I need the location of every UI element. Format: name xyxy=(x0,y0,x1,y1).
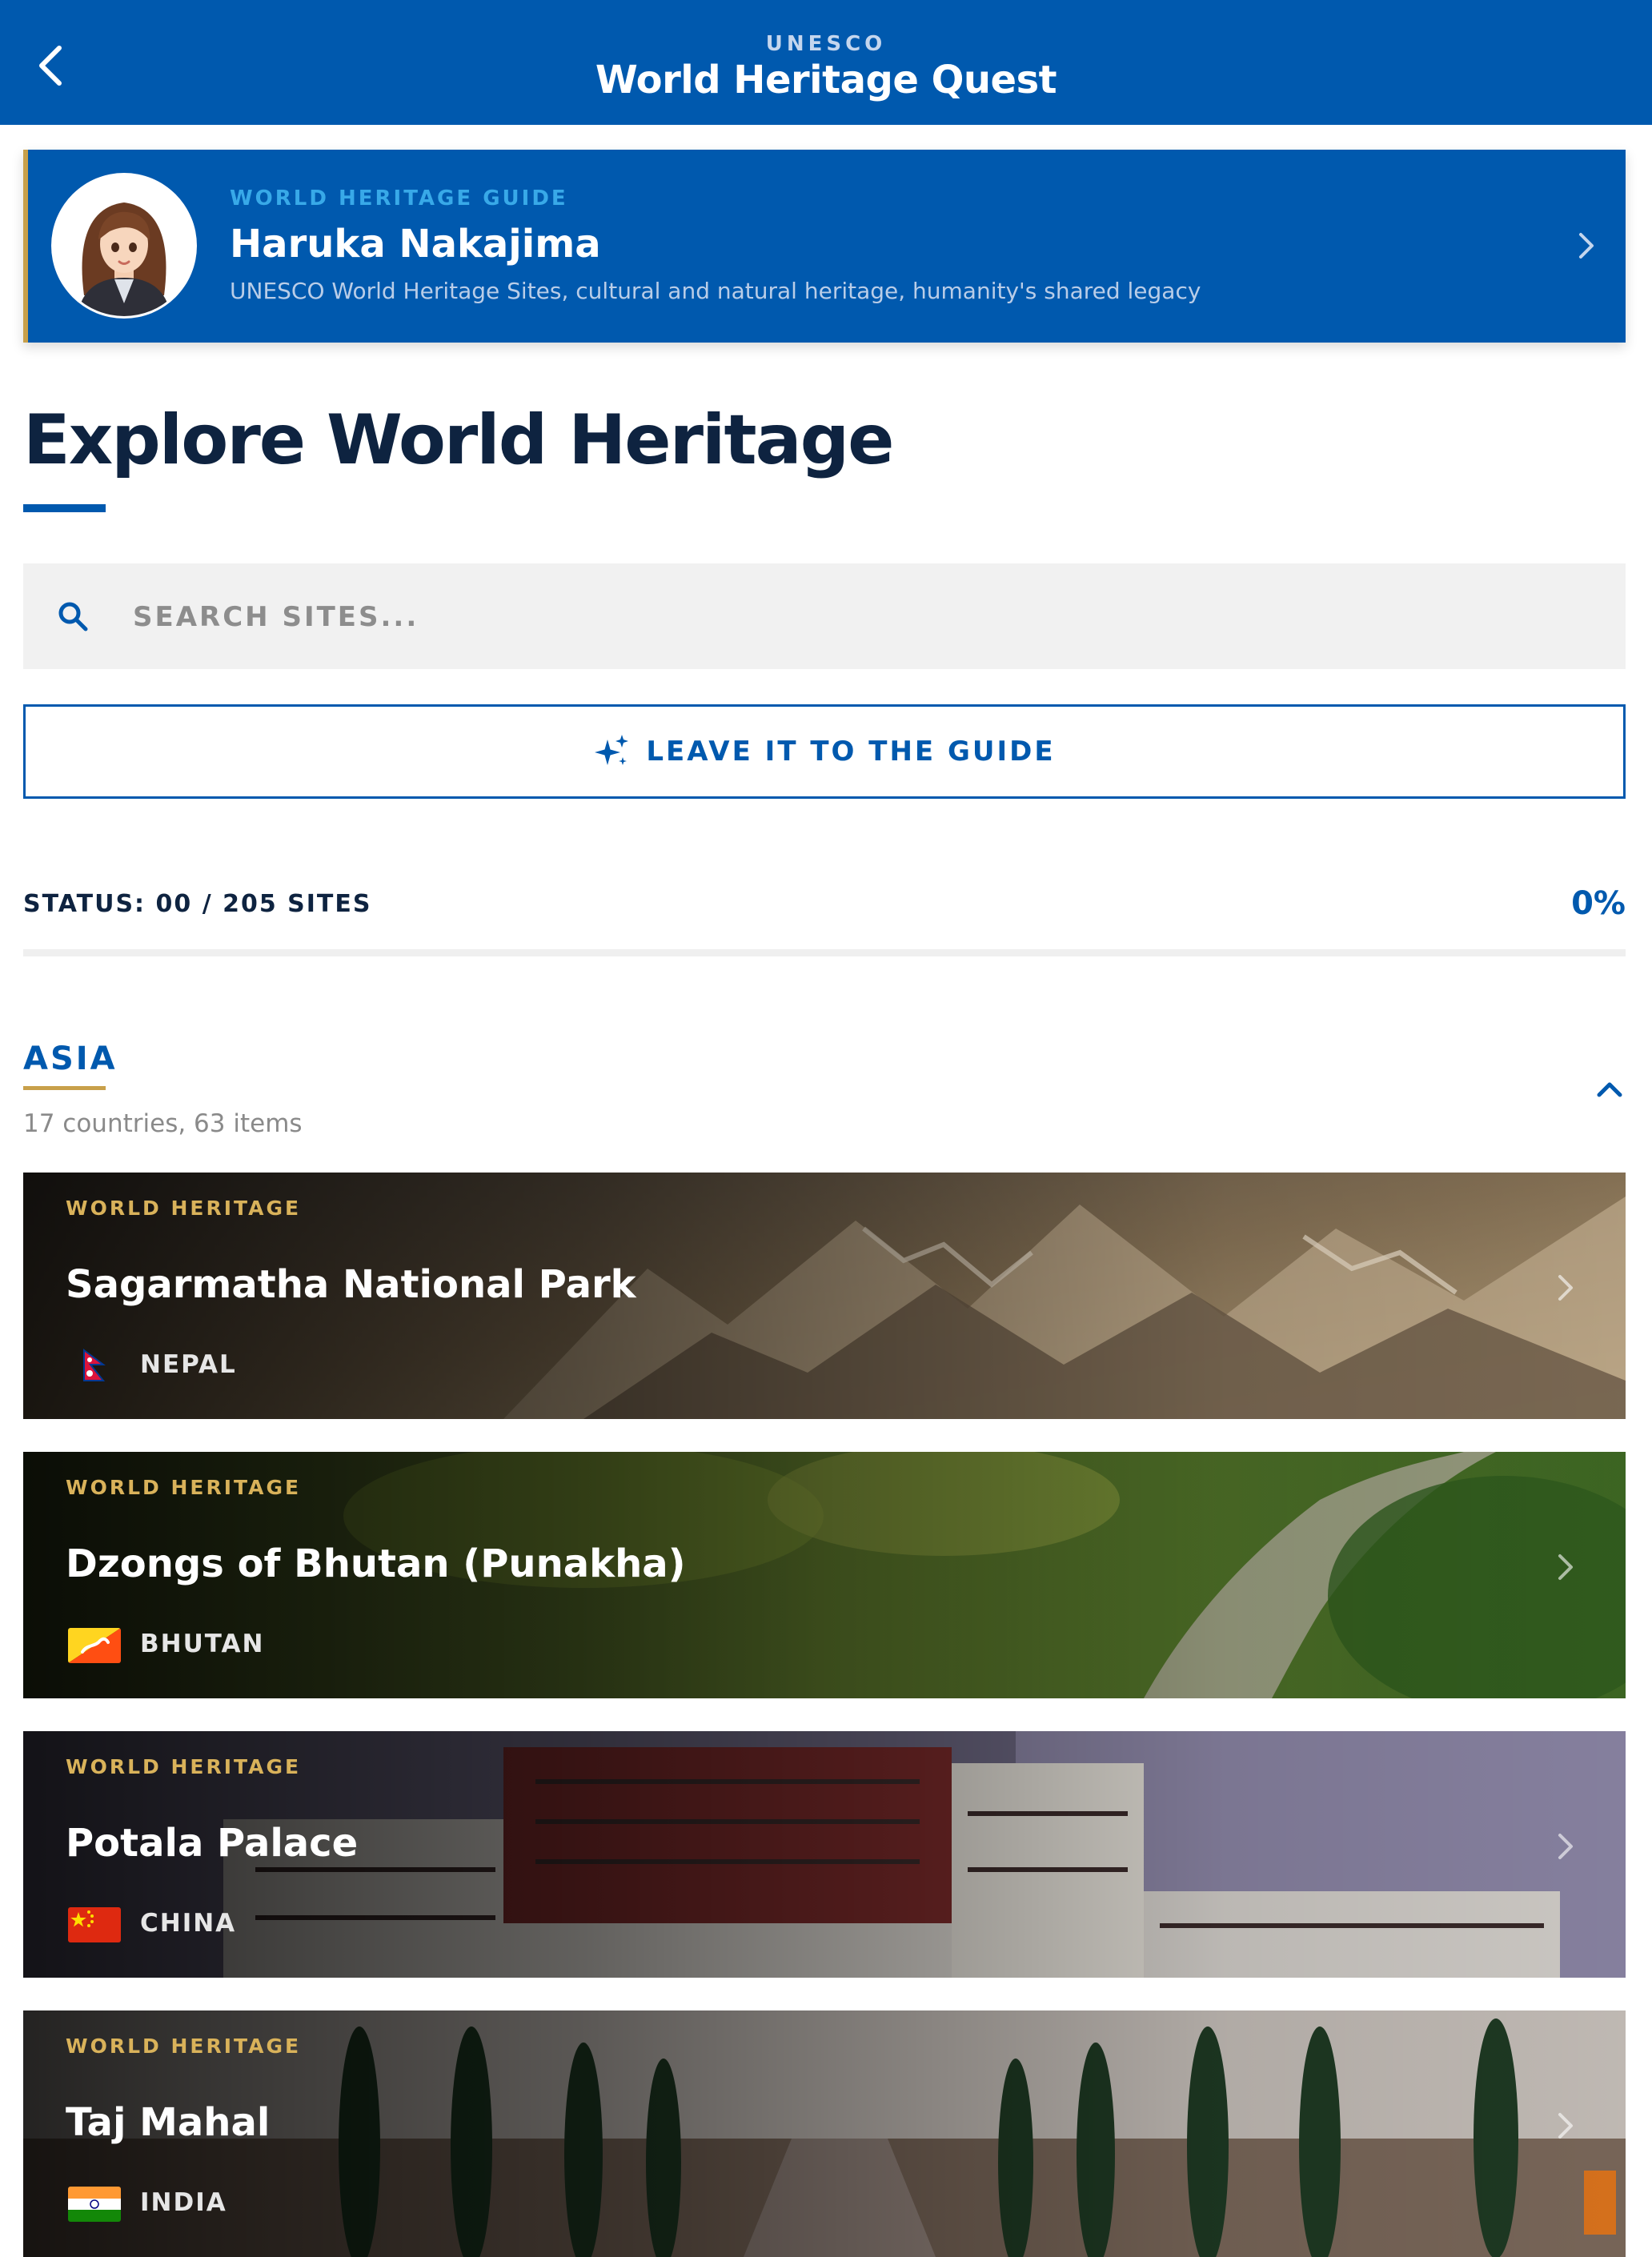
site-kicker: WORLD HERITAGE xyxy=(66,1476,302,1499)
site-country: BHUTAN xyxy=(140,1630,265,1658)
chevron-right-icon xyxy=(1558,2113,1573,2139)
site-name: Sagarmatha National Park xyxy=(66,1262,636,1307)
search-icon xyxy=(58,602,88,631)
guide-name: Haruka Nakajima xyxy=(230,222,601,267)
site-kicker: WORLD HERITAGE xyxy=(66,1197,302,1220)
chevron-right-icon xyxy=(1558,1834,1573,1859)
app-title: World Heritage Quest xyxy=(595,58,1057,102)
region-title: ASIA xyxy=(23,1040,118,1077)
site-card[interactable]: WORLD HERITAGE Taj Mahal INDIA xyxy=(23,2010,1626,2257)
region-underline xyxy=(23,1086,106,1090)
bhutan-flag-icon xyxy=(68,1628,121,1663)
site-kicker: WORLD HERITAGE xyxy=(66,1755,302,1778)
chevron-right-icon xyxy=(1558,1554,1573,1580)
search-box[interactable] xyxy=(23,563,1626,671)
app-subtitle: UNESCO xyxy=(765,32,887,56)
guide-card[interactable]: WORLD HERITAGE GUIDE Haruka Nakajima UNE… xyxy=(23,150,1626,343)
site-card[interactable]: WORLD HERITAGE Dzongs of Bhutan (Punakha… xyxy=(23,1452,1626,1698)
guide-description: UNESCO World Heritage Sites, cultural an… xyxy=(230,278,1201,304)
progress-bar xyxy=(23,949,1626,956)
site-name: Taj Mahal xyxy=(66,2100,271,2145)
chevron-up-icon[interactable] xyxy=(1591,1071,1628,1108)
leave-it-to-guide-label: LEAVE IT TO THE GUIDE xyxy=(646,736,1056,768)
site-country: CHINA xyxy=(140,1909,237,1938)
region-meta: 17 countries, 63 items xyxy=(23,1109,303,1138)
site-card[interactable]: WORLD HERITAGE Sagarmatha National Park … xyxy=(23,1173,1626,1419)
site-kicker: WORLD HERITAGE xyxy=(66,2035,302,2058)
title-underline xyxy=(23,504,106,512)
page-title: Explore World Heritage xyxy=(23,400,895,480)
guide-avatar xyxy=(54,175,194,316)
chevron-right-icon xyxy=(1558,1275,1573,1301)
site-name: Potala Palace xyxy=(66,1821,359,1866)
india-flag-icon xyxy=(68,2187,121,2222)
site-card[interactable]: WORLD HERITAGE Potala Palace CHINA xyxy=(23,1731,1626,1978)
china-flag-icon xyxy=(68,1907,121,1942)
guide-kicker: WORLD HERITAGE GUIDE xyxy=(230,186,568,210)
chevron-right-icon xyxy=(1579,233,1594,259)
site-country: INDIA xyxy=(140,2188,227,2217)
site-name: Dzongs of Bhutan (Punakha) xyxy=(66,1541,686,1586)
nepal-flag-icon xyxy=(83,1349,106,1381)
sparkles-icon xyxy=(595,735,629,765)
status-label: STATUS: 00 / 205 SITES xyxy=(23,890,372,918)
leave-it-to-guide-button[interactable]: LEAVE IT TO THE GUIDE xyxy=(23,704,1626,799)
search-input[interactable] xyxy=(131,563,1607,671)
site-country: NEPAL xyxy=(140,1350,237,1379)
top-bar: UNESCO World Heritage Quest xyxy=(0,0,1652,125)
status-percent: 0% xyxy=(1571,885,1626,922)
